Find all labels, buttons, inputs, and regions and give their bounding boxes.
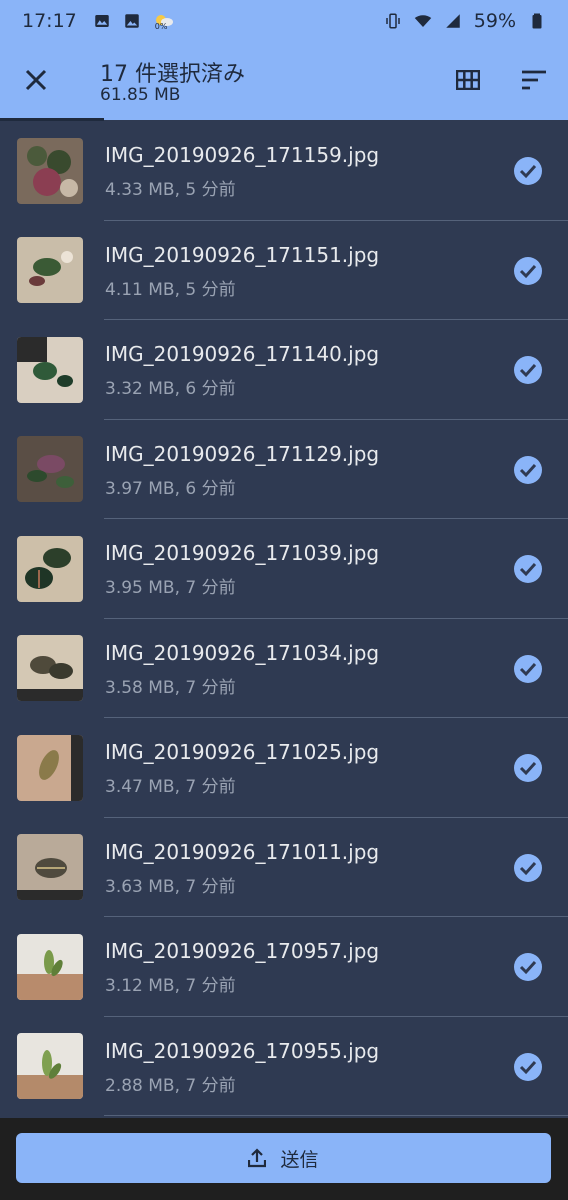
file-meta: 3.58 MB, 7 分前	[105, 677, 236, 698]
photo-thumbnail	[17, 237, 83, 304]
image-icon	[125, 14, 139, 28]
file-name: IMG_20190926_171151.jpg	[105, 242, 380, 267]
check-circle-icon[interactable]	[513, 753, 543, 783]
sort-button[interactable]	[514, 60, 554, 100]
check-circle-icon[interactable]	[513, 156, 543, 186]
selection-app-bar: 17 件選択済み 61.85 MB	[0, 42, 568, 120]
photo-thumbnail	[17, 834, 83, 901]
file-meta: 3.63 MB, 7 分前	[105, 876, 236, 897]
file-meta: 3.97 MB, 6 分前	[105, 478, 236, 499]
list-item[interactable]: IMG_20190926_171151.jpg 4.11 MB, 5 分前	[0, 221, 568, 321]
signal-icon	[446, 14, 460, 28]
check-circle-icon[interactable]	[513, 256, 543, 286]
file-meta: 3.32 MB, 6 分前	[105, 379, 236, 399]
file-meta: 2.88 MB, 7 分前	[105, 1075, 236, 1096]
send-button[interactable]: 送信	[16, 1133, 551, 1183]
upload-icon	[248, 1148, 267, 1168]
sort-icon	[522, 70, 546, 90]
file-name: IMG_20190926_171034.jpg	[105, 640, 380, 665]
photo-thumbnail	[17, 137, 83, 204]
file-meta: 4.33 MB, 5 分前	[105, 180, 236, 200]
file-name: IMG_20190926_171039.jpg	[105, 541, 380, 565]
check-circle-icon[interactable]	[513, 853, 543, 883]
file-name: IMG_20190926_170955.jpg	[105, 1038, 380, 1063]
file-list: IMG_20190926_171159.jpg 4.33 MB, 5 分前 IM…	[0, 121, 568, 1116]
photo-thumbnail	[17, 535, 83, 602]
weather-percent: 0%	[154, 22, 168, 31]
photo-thumbnail	[17, 933, 83, 1000]
photo-thumbnail	[17, 336, 83, 403]
list-item[interactable]: IMG_20190926_171025.jpg 3.47 MB, 7 分前	[0, 718, 568, 818]
status-bar: 17:17 0% 59%	[0, 0, 568, 42]
status-time: 17:17	[22, 10, 77, 32]
close-icon	[25, 69, 47, 91]
check-circle-icon[interactable]	[513, 355, 543, 385]
selection-count-title: 17 件選択済み	[100, 62, 245, 87]
check-circle-icon[interactable]	[513, 952, 543, 982]
list-item[interactable]: IMG_20190926_170957.jpg 3.12 MB, 7 分前	[0, 917, 568, 1017]
wifi-icon	[414, 15, 432, 27]
battery-percent: 59%	[473, 10, 516, 32]
file-meta: 3.47 MB, 7 分前	[105, 777, 236, 797]
bottom-action-bar: 送信	[0, 1118, 568, 1200]
list-item[interactable]: IMG_20190926_171159.jpg 4.33 MB, 5 分前	[0, 121, 568, 221]
file-name: IMG_20190926_171159.jpg	[105, 143, 380, 167]
image-icon	[95, 15, 109, 27]
selection-size-subtitle: 61.85 MB	[100, 85, 181, 105]
file-name: IMG_20190926_171025.jpg	[105, 740, 380, 764]
battery-icon	[532, 13, 542, 29]
file-name: IMG_20190926_171140.jpg	[105, 342, 380, 366]
vibrate-icon	[386, 13, 400, 29]
file-name: IMG_20190926_171011.jpg	[105, 839, 380, 864]
close-selection-button[interactable]	[16, 60, 56, 100]
weather-icon: 0%	[153, 10, 175, 32]
check-circle-icon[interactable]	[513, 455, 543, 485]
list-item[interactable]: IMG_20190926_170955.jpg 2.88 MB, 7 分前	[0, 1017, 568, 1117]
photo-thumbnail	[17, 635, 83, 702]
grid-view-button[interactable]	[448, 60, 488, 100]
file-meta: 3.12 MB, 7 分前	[105, 976, 236, 996]
list-item[interactable]: IMG_20190926_171011.jpg 3.63 MB, 7 分前	[0, 818, 568, 918]
file-meta: 4.11 MB, 5 分前	[105, 279, 236, 300]
list-item[interactable]: IMG_20190926_171034.jpg 3.58 MB, 7 分前	[0, 619, 568, 719]
file-name: IMG_20190926_171129.jpg	[105, 441, 380, 466]
check-circle-icon[interactable]	[513, 554, 543, 584]
check-circle-icon[interactable]	[513, 1052, 543, 1082]
list-item[interactable]: IMG_20190926_171129.jpg 3.97 MB, 6 分前	[0, 420, 568, 520]
photo-thumbnail	[17, 1033, 83, 1100]
check-circle-icon[interactable]	[513, 654, 543, 684]
file-name: IMG_20190926_170957.jpg	[105, 939, 380, 963]
grid-icon	[456, 70, 480, 90]
file-meta: 3.95 MB, 7 分前	[105, 578, 236, 598]
photo-thumbnail	[17, 436, 83, 503]
list-item[interactable]: IMG_20190926_171039.jpg 3.95 MB, 7 分前	[0, 519, 568, 619]
list-item[interactable]: IMG_20190926_171140.jpg 3.32 MB, 6 分前	[0, 320, 568, 420]
send-label: 送信	[280, 1148, 319, 1171]
photo-thumbnail	[17, 734, 83, 801]
